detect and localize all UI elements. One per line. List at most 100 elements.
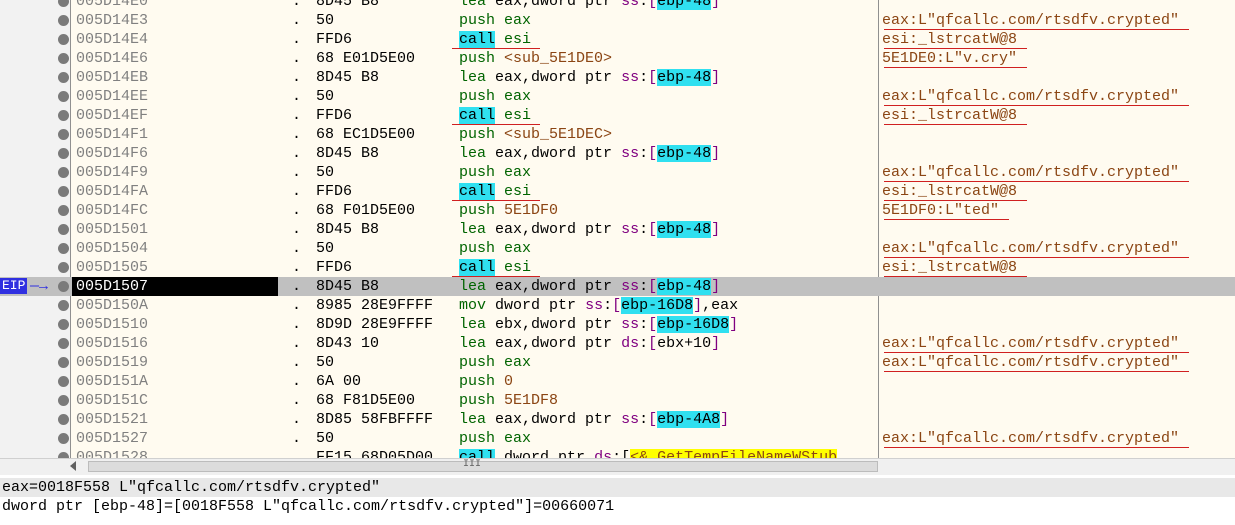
instruction-row[interactable]: 005D151C. 68 F81D5E00 push 5E1DF8: [0, 391, 1235, 410]
breakpoint-dot-icon[interactable]: [58, 319, 69, 330]
breakpoint-dot-icon[interactable]: [58, 224, 69, 235]
breakpoint-dot-icon[interactable]: [58, 0, 69, 7]
instruction-text[interactable]: lea eax,dword ptr ss:[ebp-4A8]: [459, 410, 729, 429]
instruction-text[interactable]: call esi: [459, 106, 531, 125]
instruction-row[interactable]: 005D1528. FF15 68D05D00 call dword ptr ds:…: [0, 448, 1235, 458]
instruction-text[interactable]: push eax: [459, 239, 531, 258]
breakpoint-dot-icon[interactable]: [58, 72, 69, 83]
instruction-row[interactable]: 005D14EF. FFD6 call esi esi:_lstrcatW@8: [0, 106, 1235, 125]
breakpoint-dot-icon[interactable]: [58, 15, 69, 26]
breakpoint-dot-icon[interactable]: [58, 414, 69, 425]
breakpoint-dot-icon[interactable]: [58, 243, 69, 254]
instruction-row[interactable]: EIP —→ 005D1507. 8D45 B8 lea eax,dword ptr s…: [0, 277, 1235, 296]
breakpoint-dot-icon[interactable]: [58, 376, 69, 387]
instruction-address[interactable]: 005D1516: [72, 334, 278, 353]
instruction-text[interactable]: call esi: [459, 182, 531, 201]
instruction-row[interactable]: 005D1501. 8D45 B8 lea eax,dword ptr ss:[eb…: [0, 220, 1235, 239]
breakpoint-dot-icon[interactable]: [58, 300, 69, 311]
disassembly-view[interactable]: 005D14E0. 8D45 B8 lea eax,dword ptr ss:[eb…: [0, 0, 1235, 458]
instruction-row[interactable]: 005D1504. 50 push eax eax:L"qfcallc.com/rts…: [0, 239, 1235, 258]
instruction-row[interactable]: 005D1527. 50 push eax eax:L"qfcallc.com/rts…: [0, 429, 1235, 448]
breakpoint-dot-icon[interactable]: [58, 129, 69, 140]
instruction-text[interactable]: lea eax,dword ptr ds:[ebx+10]: [459, 334, 720, 353]
instruction-text[interactable]: push 5E1DF8: [459, 391, 558, 410]
instruction-text[interactable]: push 0: [459, 372, 513, 391]
instruction-text[interactable]: lea eax,dword ptr ss:[ebp-48]: [459, 220, 720, 239]
instruction-address[interactable]: 005D14E0: [72, 0, 278, 11]
instruction-row[interactable]: 005D14EB. 8D45 B8 lea eax,dword ptr ss:[eb…: [0, 68, 1235, 87]
instruction-text[interactable]: call esi: [459, 30, 531, 49]
breakpoint-dot-icon[interactable]: [58, 433, 69, 444]
instruction-text[interactable]: push eax: [459, 11, 531, 30]
breakpoint-dot-icon[interactable]: [58, 357, 69, 368]
scroll-left-arrow-icon[interactable]: [70, 461, 76, 471]
breakpoint-dot-icon[interactable]: [58, 34, 69, 45]
instruction-text[interactable]: push 5E1DF0: [459, 201, 558, 220]
instruction-text[interactable]: push eax: [459, 353, 531, 372]
instruction-text[interactable]: push <sub_5E1DEC>: [459, 125, 612, 144]
breakpoint-dot-icon[interactable]: [58, 395, 69, 406]
instruction-text[interactable]: lea eax,dword ptr ss:[ebp-48]: [459, 0, 720, 11]
instruction-address[interactable]: 005D14E3: [72, 11, 278, 30]
instruction-address[interactable]: 005D151A: [72, 372, 278, 391]
breakpoint-dot-icon[interactable]: [58, 53, 69, 64]
instruction-text[interactable]: push eax: [459, 163, 531, 182]
scrollbar-thumb[interactable]: III: [88, 459, 878, 472]
instruction-address[interactable]: 005D14E4: [72, 30, 278, 49]
instruction-row[interactable]: 005D14EE. 50 push eax eax:L"qfcallc.com/rts…: [0, 87, 1235, 106]
instruction-text[interactable]: lea eax,dword ptr ss:[ebp-48]: [459, 144, 720, 163]
breakpoint-dot-icon[interactable]: [58, 148, 69, 159]
instruction-address[interactable]: 005D1510: [72, 315, 278, 334]
instruction-address[interactable]: 005D14EE: [72, 87, 278, 106]
instruction-row[interactable]: 005D14F1. 68 EC1D5E00 push <sub_5E1DEC>: [0, 125, 1235, 144]
instruction-address[interactable]: 005D14EF: [72, 106, 278, 125]
instruction-text[interactable]: push eax: [459, 429, 531, 448]
instruction-address[interactable]: 005D1527: [72, 429, 278, 448]
instruction-text[interactable]: mov dword ptr ss:[ebp-16D8],eax: [459, 296, 738, 315]
instruction-row[interactable]: 005D14E6. 68 E01D5E00 push <sub_5E1DE0> 5E1…: [0, 49, 1235, 68]
instruction-address[interactable]: 005D1521: [72, 410, 278, 429]
breakpoint-dot-icon[interactable]: [58, 167, 69, 178]
instruction-address[interactable]: 005D14FA: [72, 182, 278, 201]
instruction-row[interactable]: 005D1505. FFD6 call esi esi:_lstrcatW@8: [0, 258, 1235, 277]
instruction-row[interactable]: 005D1521. 8D85 58FBFFFF lea eax,dword ptr …: [0, 410, 1235, 429]
breakpoint-dot-icon[interactable]: [58, 91, 69, 102]
instruction-text[interactable]: call dword ptr ds:[<&_GetTempFileNameWSt…: [459, 448, 838, 458]
instruction-address[interactable]: 005D14E6: [72, 49, 278, 68]
instruction-text[interactable]: lea eax,dword ptr ss:[ebp-48]: [459, 277, 720, 296]
instruction-row[interactable]: 005D1510. 8D9D 28E9FFFF lea ebx,dword ptr …: [0, 315, 1235, 334]
breakpoint-dot-icon[interactable]: [58, 205, 69, 216]
breakpoint-dot-icon[interactable]: [58, 281, 69, 292]
instruction-row[interactable]: 005D150A. 8985 28E9FFFF mov dword ptr ss:[…: [0, 296, 1235, 315]
instruction-address[interactable]: 005D1504: [72, 239, 278, 258]
instruction-address[interactable]: 005D1505: [72, 258, 278, 277]
instruction-row[interactable]: 005D14E3. 50 push eax eax:L"qfcallc.com/rts…: [0, 11, 1235, 30]
instruction-text[interactable]: push <sub_5E1DE0>: [459, 49, 612, 68]
instruction-text[interactable]: lea ebx,dword ptr ss:[ebp-16D8]: [459, 315, 738, 334]
breakpoint-dot-icon[interactable]: [58, 262, 69, 273]
instruction-address[interactable]: 005D14F6: [72, 144, 278, 163]
instruction-row[interactable]: 005D14F6. 8D45 B8 lea eax,dword ptr ss:[eb…: [0, 144, 1235, 163]
instruction-address[interactable]: 005D14FC: [72, 201, 278, 220]
instruction-address[interactable]: 005D1528: [72, 448, 278, 458]
instruction-text[interactable]: lea eax,dword ptr ss:[ebp-48]: [459, 68, 720, 87]
instruction-row[interactable]: 005D14FC. 68 F01D5E00 push 5E1DF0 5E1DF0:L"…: [0, 201, 1235, 220]
instruction-text[interactable]: call esi: [459, 258, 531, 277]
breakpoint-dot-icon[interactable]: [58, 110, 69, 121]
instruction-text[interactable]: push eax: [459, 87, 531, 106]
instruction-row[interactable]: 005D1519. 50 push eax eax:L"qfcallc.com/rts…: [0, 353, 1235, 372]
instruction-address[interactable]: 005D1507: [72, 277, 278, 296]
instruction-row[interactable]: 005D1516. 8D43 10 lea eax,dword ptr ds:[eb…: [0, 334, 1235, 353]
horizontal-scrollbar[interactable]: III: [0, 458, 1235, 475]
instruction-row[interactable]: 005D14E4. FFD6 call esi esi:_lstrcatW@8: [0, 30, 1235, 49]
instruction-address[interactable]: 005D151C: [72, 391, 278, 410]
instruction-address[interactable]: 005D14EB: [72, 68, 278, 87]
instruction-row[interactable]: 005D151A. 6A 00 push 0: [0, 372, 1235, 391]
breakpoint-dot-icon[interactable]: [58, 186, 69, 197]
instruction-address[interactable]: 005D1519: [72, 353, 278, 372]
instruction-address[interactable]: 005D1501: [72, 220, 278, 239]
instruction-row[interactable]: 005D14E0. 8D45 B8 lea eax,dword ptr ss:[eb…: [0, 0, 1235, 11]
instruction-address[interactable]: 005D14F9: [72, 163, 278, 182]
instruction-row[interactable]: 005D14F9. 50 push eax eax:L"qfcallc.com/rts…: [0, 163, 1235, 182]
breakpoint-dot-icon[interactable]: [58, 338, 69, 349]
